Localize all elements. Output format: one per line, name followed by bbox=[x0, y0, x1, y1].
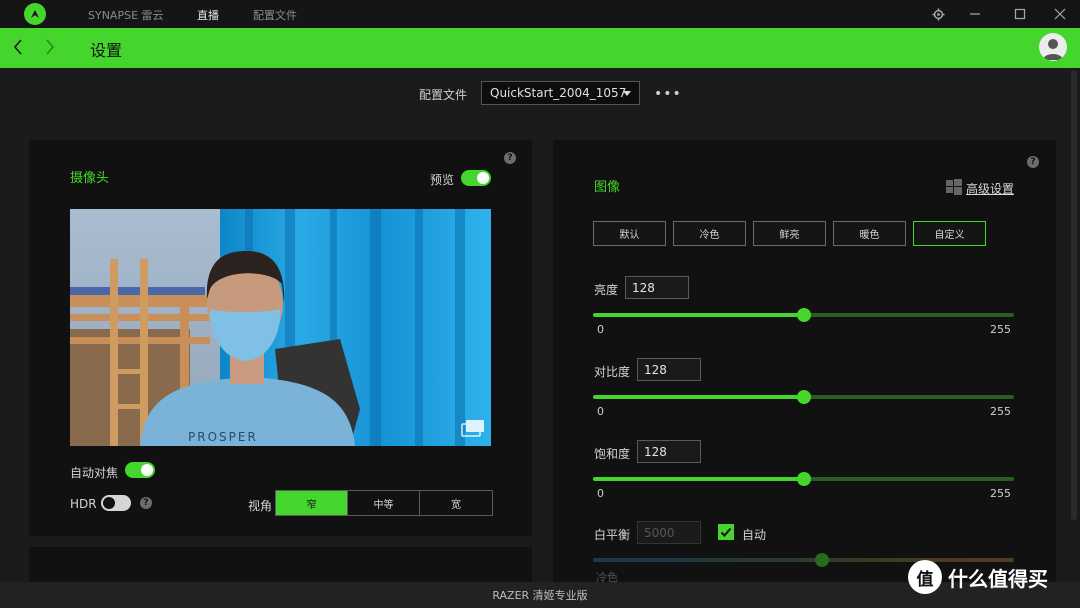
preset-default-button[interactable]: 默认 bbox=[593, 221, 666, 246]
white-balance-slider-handle[interactable] bbox=[815, 553, 829, 567]
device-name: RAZER 清姬专业版 bbox=[492, 589, 588, 602]
saturation-slider-handle[interactable] bbox=[797, 472, 811, 486]
avatar[interactable] bbox=[1039, 33, 1067, 61]
contrast-input[interactable]: 128 bbox=[637, 358, 701, 381]
svg-text:PROSPER: PROSPER bbox=[188, 430, 258, 444]
hdr-toggle[interactable] bbox=[101, 495, 131, 511]
preset-vivid-button[interactable]: 鲜亮 bbox=[753, 221, 826, 246]
white-balance-label: 白平衡 bbox=[594, 528, 631, 542]
profile-dropdown[interactable]: QuickStart_2004_1057 bbox=[481, 81, 640, 105]
preview-label: 预览 bbox=[430, 173, 455, 187]
contrast-min: 0 bbox=[597, 405, 604, 418]
profile-dropdown-value: QuickStart_2004_1057 bbox=[490, 86, 627, 100]
auto-white-balance-label: 自动 bbox=[742, 528, 767, 542]
camera-panel-title: 摄像头 bbox=[70, 171, 110, 186]
help-icon[interactable]: ? bbox=[1027, 156, 1039, 168]
watermark-logo: 值 bbox=[908, 560, 942, 594]
more-options-button[interactable]: ••• bbox=[654, 86, 682, 102]
hdr-label: HDR bbox=[70, 497, 97, 511]
white-balance-input[interactable]: 5000 bbox=[637, 521, 701, 544]
contrast-label: 对比度 bbox=[594, 365, 631, 379]
preview-toggle[interactable] bbox=[461, 170, 491, 186]
watermark: 值 什么值得买 bbox=[908, 560, 1048, 594]
brightness-slider[interactable] bbox=[593, 308, 1014, 322]
nav-tab-synapse[interactable]: SYNAPSE 雷云 bbox=[88, 7, 164, 23]
camera-preview: PROSPER bbox=[70, 209, 491, 446]
scrollbar[interactable] bbox=[1071, 70, 1077, 520]
fov-segmented-control: 窄 中等 宽 bbox=[275, 490, 493, 516]
brightness-max: 255 bbox=[990, 323, 1011, 336]
chevron-down-icon bbox=[623, 91, 631, 96]
gear-icon[interactable] bbox=[929, 5, 947, 23]
contrast-slider-handle[interactable] bbox=[797, 390, 811, 404]
preset-cool-button[interactable]: 冷色 bbox=[673, 221, 746, 246]
maximize-icon[interactable] bbox=[1011, 5, 1029, 23]
brightness-input[interactable]: 128 bbox=[625, 276, 689, 299]
brightness-min: 0 bbox=[597, 323, 604, 336]
watermark-text: 什么值得买 bbox=[948, 566, 1048, 591]
contrast-max: 255 bbox=[990, 405, 1011, 418]
preset-custom-button[interactable]: 自定义 bbox=[913, 221, 986, 246]
page-title: 设置 bbox=[90, 41, 123, 60]
advanced-settings-link[interactable]: 高级设置 bbox=[966, 180, 1014, 197]
brightness-slider-handle[interactable] bbox=[797, 308, 811, 322]
help-icon[interactable]: ? bbox=[504, 152, 516, 164]
saturation-input[interactable]: 128 bbox=[637, 440, 701, 463]
forward-arrow-icon[interactable] bbox=[40, 37, 60, 57]
fov-option-narrow[interactable]: 窄 bbox=[276, 491, 348, 515]
nav-tab-streaming[interactable]: 直播 bbox=[197, 7, 219, 23]
fov-label: 视角 bbox=[248, 499, 273, 513]
preset-warm-button[interactable]: 暖色 bbox=[833, 221, 906, 246]
saturation-max: 255 bbox=[990, 487, 1011, 500]
image-panel bbox=[553, 140, 1056, 582]
fov-option-wide[interactable]: 宽 bbox=[420, 491, 492, 515]
nav-tab-profiles[interactable]: 配置文件 bbox=[253, 7, 297, 23]
title-bar: SYNAPSE 雷云 直播 配置文件 bbox=[0, 0, 1080, 28]
saturation-slider[interactable] bbox=[593, 472, 1014, 486]
image-panel-title: 图像 bbox=[594, 180, 621, 195]
windows-icon bbox=[946, 179, 962, 195]
saturation-min: 0 bbox=[597, 487, 604, 500]
checkmark-icon bbox=[720, 527, 732, 537]
page-header: 设置 bbox=[0, 28, 1080, 68]
razer-logo-icon bbox=[24, 3, 46, 25]
contrast-slider[interactable] bbox=[593, 390, 1014, 404]
close-icon[interactable] bbox=[1051, 5, 1069, 23]
auto-white-balance-checkbox[interactable] bbox=[718, 524, 734, 540]
autofocus-toggle[interactable] bbox=[125, 462, 155, 478]
saturation-label: 饱和度 bbox=[594, 447, 631, 461]
brightness-label: 亮度 bbox=[594, 283, 619, 297]
fov-option-medium[interactable]: 中等 bbox=[348, 491, 420, 515]
profile-label: 配置文件 bbox=[419, 88, 468, 102]
back-arrow-icon[interactable] bbox=[8, 37, 28, 57]
minimize-icon[interactable] bbox=[966, 5, 984, 23]
autofocus-label: 自动对焦 bbox=[70, 466, 119, 480]
help-icon[interactable]: ? bbox=[140, 497, 152, 509]
lower-panel bbox=[29, 547, 532, 582]
